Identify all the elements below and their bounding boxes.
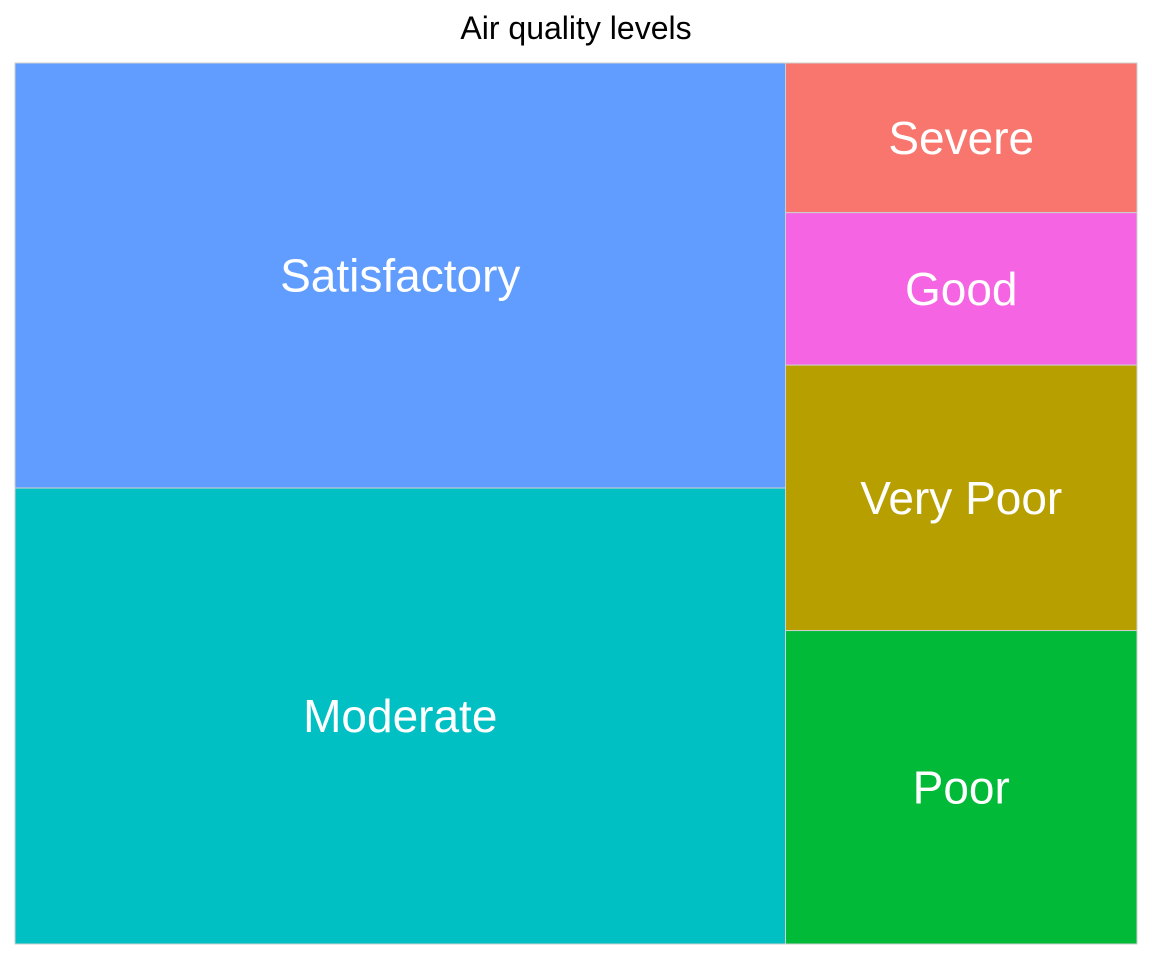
tile-label-moderate: Moderate bbox=[303, 690, 497, 742]
treemap-chart: Air quality levels Satisfactory Moderate S… bbox=[0, 0, 1152, 960]
treemap-plot: Satisfactory Moderate Severe Good Very Poor P… bbox=[14, 62, 1138, 945]
tile-label-satisfactory: Satisfactory bbox=[280, 250, 520, 302]
tile-label-severe: Severe bbox=[888, 112, 1034, 164]
tile-label-good: Good bbox=[905, 263, 1018, 315]
tile-label-poor: Poor bbox=[913, 761, 1010, 813]
tile-label-very-poor: Very Poor bbox=[860, 472, 1062, 524]
